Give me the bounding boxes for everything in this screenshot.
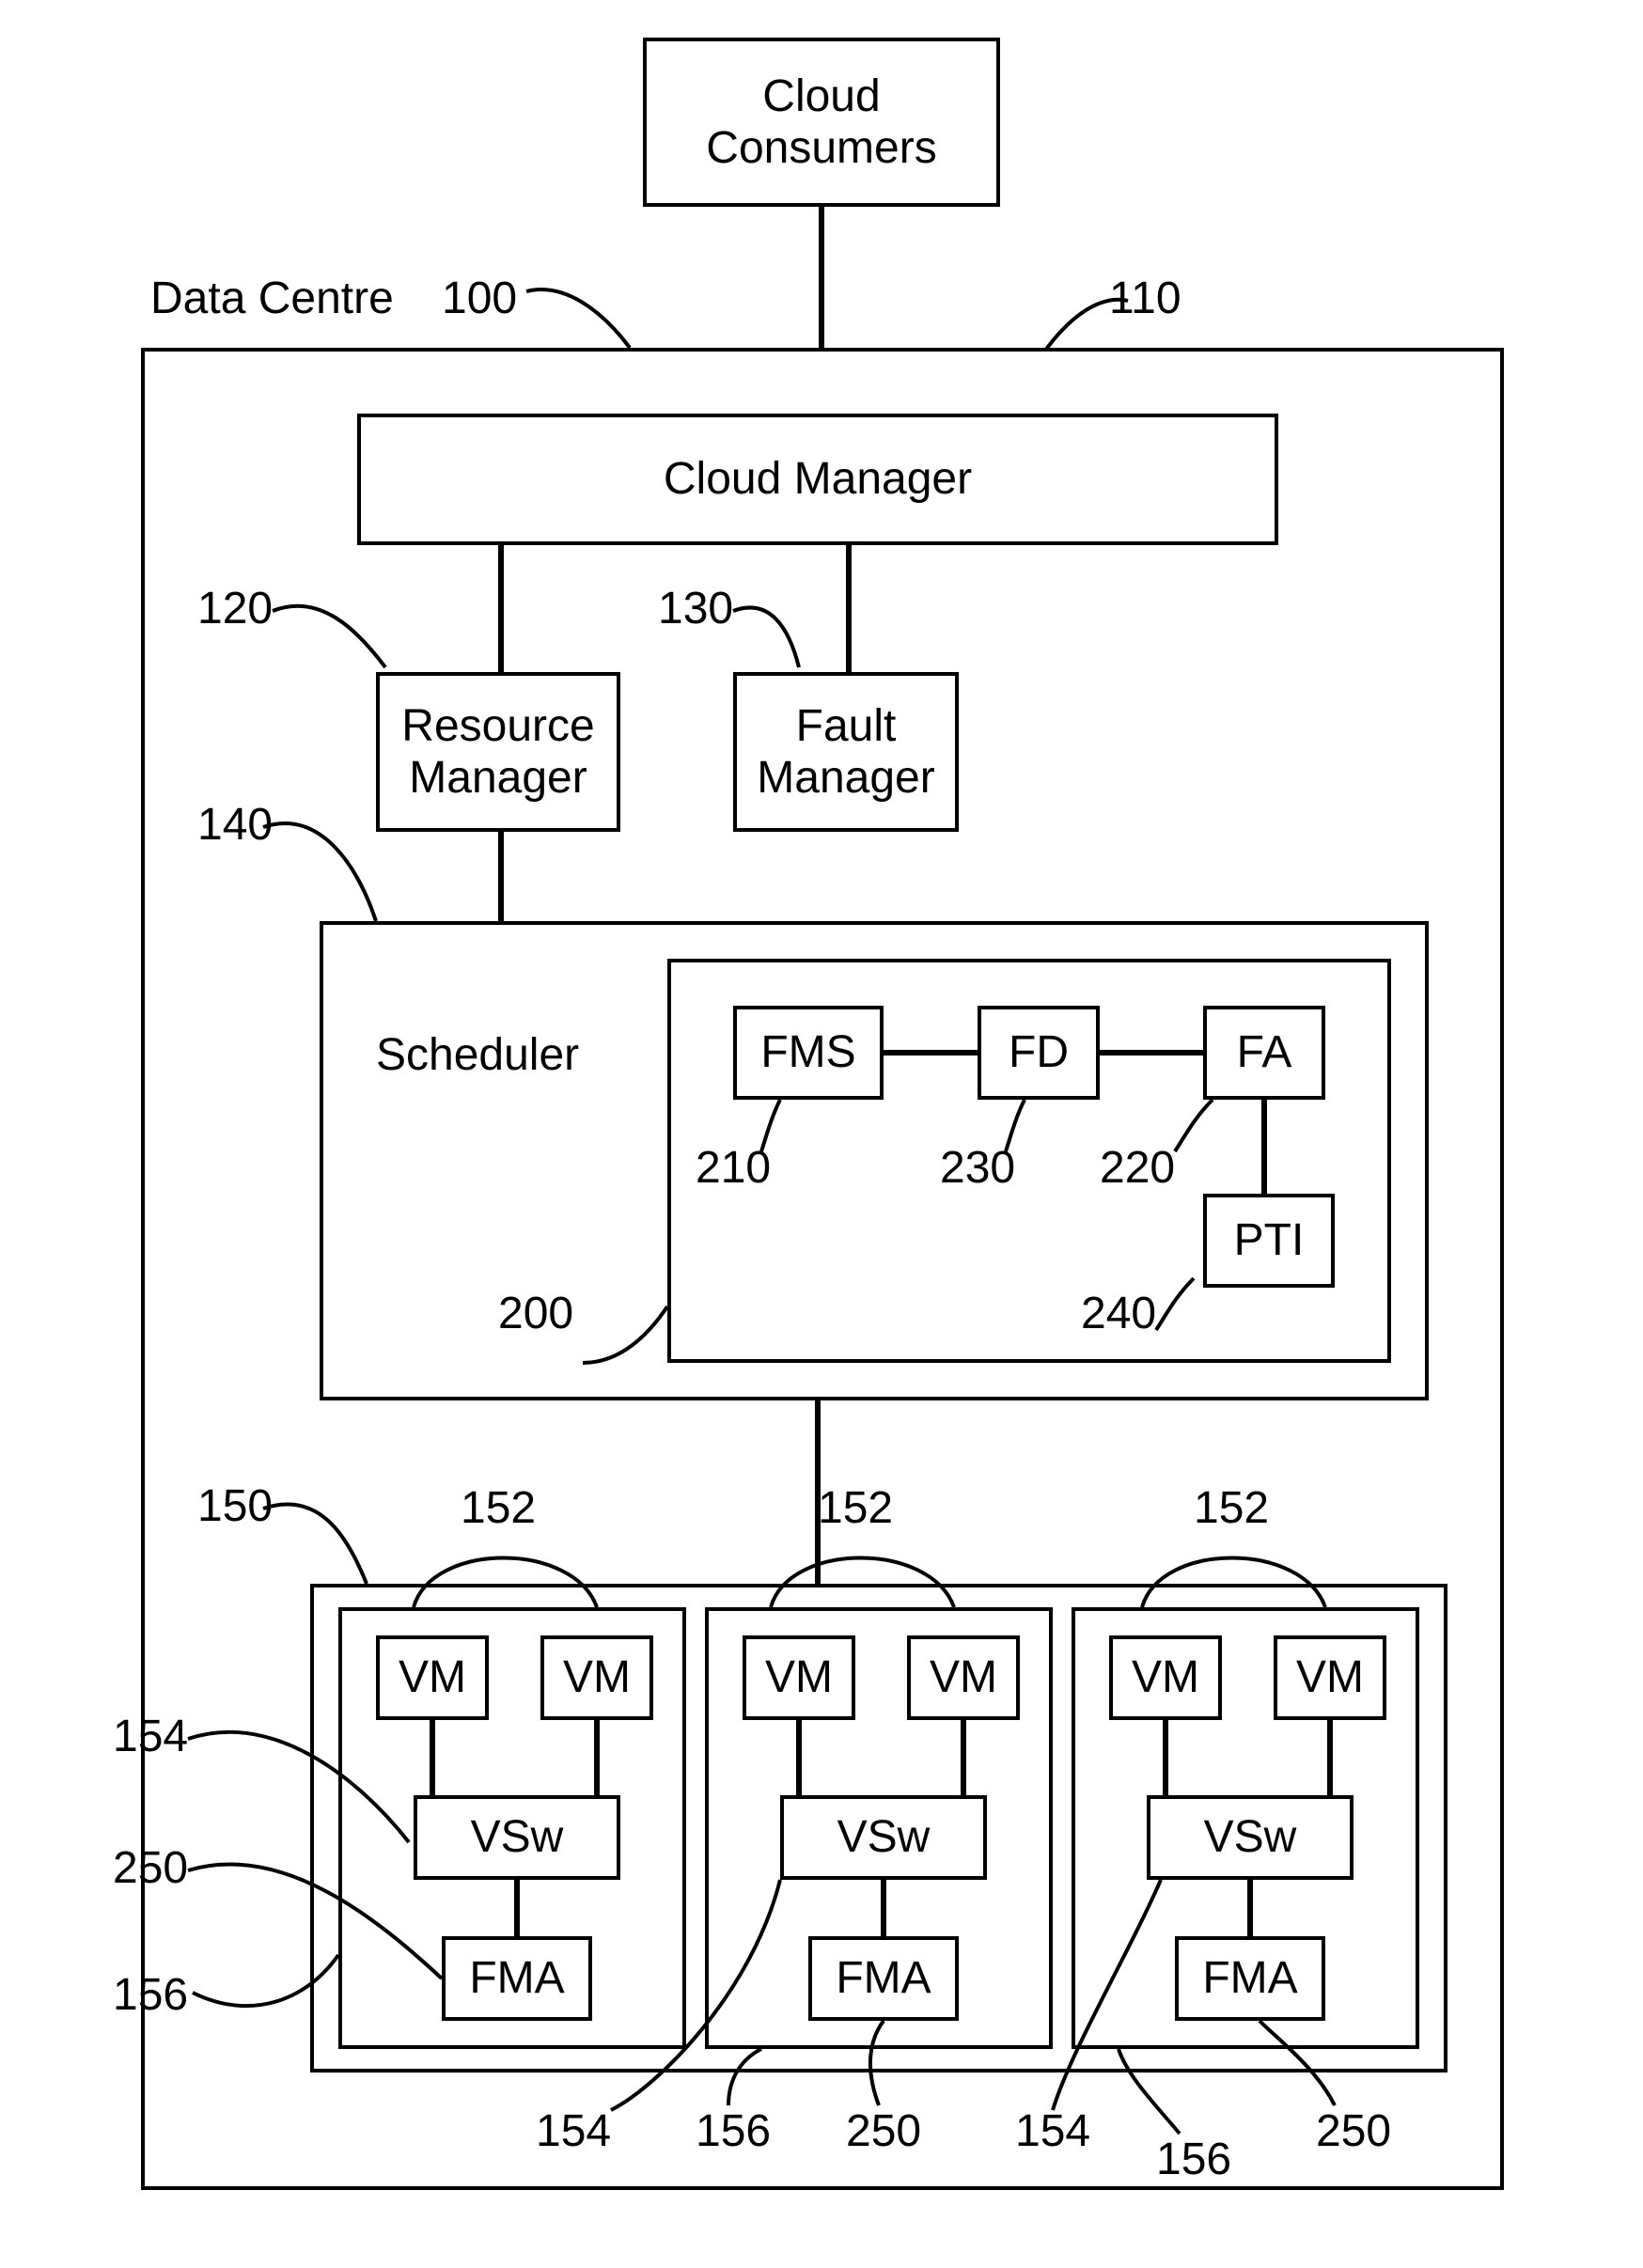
fms-label: FMS: [760, 1026, 855, 1078]
resource-manager-label: Resource Manager: [401, 700, 594, 804]
ref-156b: 156: [696, 2105, 771, 2157]
connector: [796, 1720, 802, 1795]
pm2-vm1: VM: [743, 1635, 855, 1720]
connector: [430, 1720, 435, 1795]
cloud-consumers-box: Cloud Consumers: [643, 38, 1000, 207]
pm1-vm1: VM: [376, 1635, 489, 1720]
pti-box: PTI: [1203, 1194, 1335, 1288]
pm3-vm2: VM: [1274, 1635, 1386, 1720]
ref-230: 230: [940, 1142, 1015, 1194]
fa-label: FA: [1237, 1026, 1292, 1078]
ref-154b: 154: [536, 2105, 611, 2157]
ref-250c: 250: [1316, 2105, 1391, 2157]
connector: [1247, 1880, 1253, 1936]
ref-200: 200: [498, 1288, 573, 1339]
vm-label: VM: [930, 1651, 997, 1703]
connector: [846, 545, 852, 672]
vm-label: VM: [1296, 1651, 1364, 1703]
connector: [1100, 1050, 1203, 1056]
ref-240: 240: [1081, 1288, 1156, 1339]
pm2-fma: FMA: [808, 1936, 959, 2021]
pm1-vm2: VM: [540, 1635, 653, 1720]
connector: [1261, 1100, 1267, 1194]
cloud-manager-label: Cloud Manager: [664, 453, 972, 505]
vm-label: VM: [399, 1651, 466, 1703]
pm2-vm2: VM: [907, 1635, 1020, 1720]
ref-110: 110: [1109, 273, 1181, 324]
leader-100: [526, 282, 639, 357]
fault-manager-label: Fault Manager: [757, 700, 934, 804]
ref-154a: 154: [113, 1711, 188, 1762]
ref-120: 120: [197, 583, 273, 634]
pm1-vsw: VSw: [414, 1795, 620, 1880]
pm3-vm1: VM: [1109, 1635, 1222, 1720]
cloud-manager-box: Cloud Manager: [357, 414, 1278, 545]
ref-152a: 152: [461, 1482, 536, 1534]
fault-manager-box: Fault Manager: [733, 672, 959, 832]
vsw-label: VSw: [1204, 1811, 1297, 1863]
resource-manager-box: Resource Manager: [376, 672, 620, 832]
fd-box: FD: [978, 1006, 1100, 1100]
cloud-consumers-label: Cloud Consumers: [706, 70, 936, 174]
ref-100: 100: [442, 273, 517, 324]
vsw-label: VSw: [837, 1811, 931, 1863]
connector: [1327, 1720, 1333, 1795]
ref-210: 210: [696, 1142, 771, 1194]
ref-154c: 154: [1015, 2105, 1090, 2157]
fma-label: FMA: [469, 1952, 564, 2004]
ref-140: 140: [197, 799, 273, 851]
vm-label: VM: [1132, 1651, 1199, 1703]
connector: [594, 1720, 600, 1795]
ref-152b: 152: [818, 1482, 893, 1534]
ref-150: 150: [197, 1480, 273, 1532]
pm2-vsw: VSw: [780, 1795, 987, 1880]
pm3-vsw: VSw: [1147, 1795, 1354, 1880]
ref-156c: 156: [1156, 2134, 1231, 2185]
ref-130: 130: [658, 583, 733, 634]
diagram-canvas: Cloud Consumers Data Centre 100 110 Clou…: [0, 0, 1643, 2268]
connector: [961, 1720, 966, 1795]
connector: [881, 1880, 886, 1936]
fma-label: FMA: [836, 1952, 931, 2004]
fa-box: FA: [1203, 1006, 1325, 1100]
pm1-fma: FMA: [442, 1936, 592, 2021]
fd-label: FD: [1009, 1026, 1069, 1078]
data-centre-label: Data Centre: [150, 273, 394, 324]
connector: [498, 832, 504, 921]
ref-250a: 250: [113, 1842, 188, 1894]
connector: [514, 1880, 520, 1936]
connector: [1163, 1720, 1168, 1795]
ref-156a: 156: [113, 1969, 188, 2021]
ref-250b: 250: [846, 2105, 921, 2157]
connector: [884, 1050, 978, 1056]
pti-label: PTI: [1234, 1214, 1305, 1266]
connector: [498, 545, 504, 672]
vm-label: VM: [563, 1651, 631, 1703]
vsw-label: VSw: [471, 1811, 564, 1863]
pm3-fma: FMA: [1175, 1936, 1325, 2021]
ref-152c: 152: [1194, 1482, 1269, 1534]
fma-label: FMA: [1202, 1952, 1297, 2004]
vm-label: VM: [765, 1651, 833, 1703]
scheduler-label: Scheduler: [376, 1029, 579, 1081]
fms-box: FMS: [733, 1006, 884, 1100]
ref-220: 220: [1100, 1142, 1175, 1194]
